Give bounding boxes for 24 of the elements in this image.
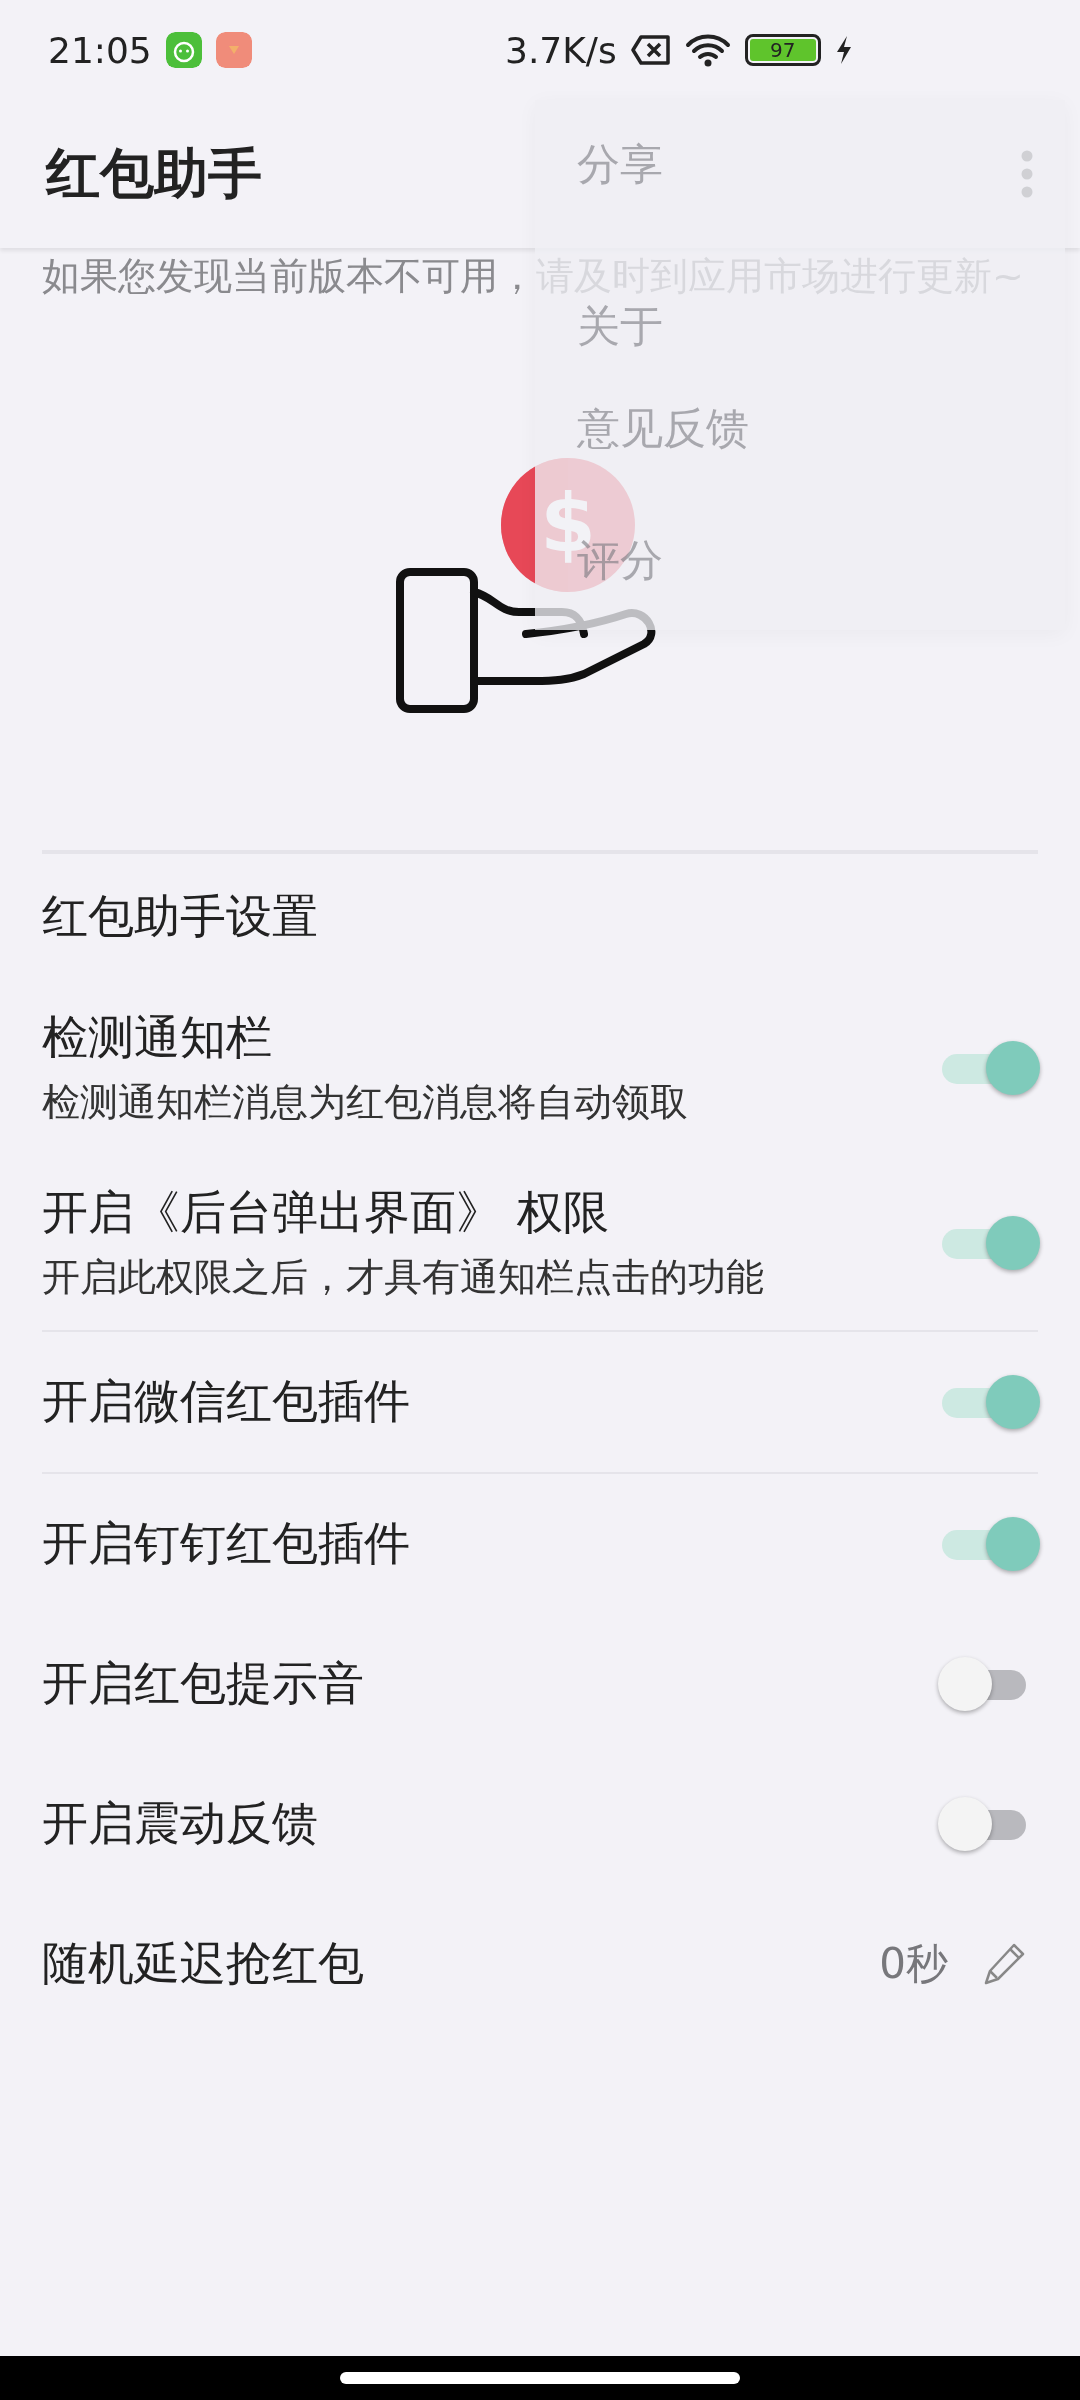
setting-title: 开启钉钉红包插件 — [42, 1515, 410, 1572]
app-notification-icon — [215, 32, 252, 68]
menu-item[interactable]: 关于 — [577, 298, 663, 356]
no-sim-icon — [630, 34, 671, 66]
android-app-icon — [165, 32, 202, 68]
clock: 21:05 — [48, 29, 152, 71]
section-header: 红包助手设置 — [41, 888, 319, 945]
setting-title: 随机延迟抢红包 — [42, 1935, 364, 1992]
setting-title: 开启震动反馈 — [42, 1795, 318, 1852]
charging-icon — [834, 35, 853, 65]
setting-description: 开启此权限之后，才具有通知栏点击的功能 — [42, 1254, 764, 1301]
setting-title: 检测通知栏 — [42, 1009, 273, 1066]
home-indicator[interactable] — [340, 2372, 740, 2384]
wifi-icon — [684, 33, 731, 67]
menu-item[interactable]: 分享 — [577, 136, 663, 194]
setting-title: 开启红包提示音 — [42, 1655, 364, 1712]
setting-title: 开启微信红包插件 — [42, 1373, 410, 1430]
setting-description: 检测通知栏消息为红包消息将自动领取 — [42, 1079, 688, 1126]
battery-icon: 97 — [744, 34, 821, 66]
setting-title: 开启《后台弹出界面》 权限 — [42, 1184, 610, 1241]
app-title: 红包助手 — [46, 140, 262, 207]
menu-item[interactable]: 意见反馈 — [577, 400, 749, 458]
delay-value: 0秒 — [879, 1938, 948, 1990]
network-speed: 3.7K/s — [505, 29, 617, 71]
